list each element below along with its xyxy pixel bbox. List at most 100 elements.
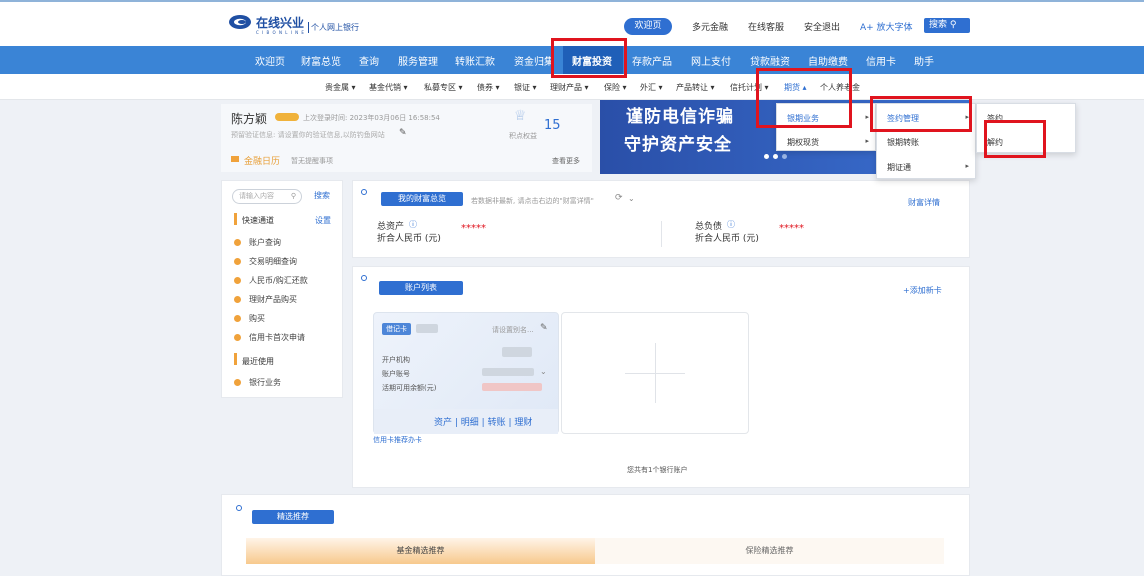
nav-item-12[interactable]: 助手 [914, 53, 934, 68]
nav-item-0[interactable]: 欢迎页 [255, 53, 285, 68]
recent-item[interactable]: 银行业务 [234, 377, 281, 388]
nav-item-8[interactable]: 网上支付 [691, 53, 731, 68]
highlight-box [756, 68, 852, 128]
sidebar-item[interactable]: 交易明细查询 [234, 256, 297, 267]
subnav-item[interactable]: 基金代销 ▾ [369, 82, 408, 93]
nav-item-1[interactable]: 财富总览 [301, 53, 341, 68]
card-tag: 借记卡 [382, 323, 411, 335]
wealth-title: 我的财富总览 [381, 192, 463, 206]
quick-channel-title: 快速通道 [242, 216, 274, 225]
cib-logo-icon [228, 14, 252, 30]
sidebar-item-label: 人民币/购汇还款 [249, 276, 308, 285]
divider [661, 221, 662, 247]
nav-item-10[interactable]: 自助缴费 [808, 53, 848, 68]
welcome-pill[interactable]: 欢迎页 [624, 18, 672, 35]
logo-eng: C I B O N L I N E [256, 30, 305, 35]
sidebar-item[interactable]: 账户查询 [234, 237, 281, 248]
calendar-note: 暂无提醒事项 [291, 157, 333, 165]
view-more-link[interactable]: 查看更多 [552, 156, 580, 166]
account-count: 您共有1个银行账户 [627, 466, 688, 474]
chevron-down-icon[interactable]: ⌄ [540, 367, 547, 376]
wealth-detail-link[interactable]: 财富详情 [908, 197, 940, 208]
nav-item-4[interactable]: 转账汇款 [455, 53, 495, 68]
subnav-item[interactable]: 银证 ▾ [514, 82, 537, 93]
font-size-link[interactable]: A+ 放大字体 [860, 20, 913, 33]
recent-item-label: 银行业务 [249, 378, 281, 387]
menu-item-futures-securities[interactable]: 期证通 [887, 162, 911, 173]
masked-name [416, 324, 438, 333]
refresh-icon[interactable]: ⟳ [615, 193, 623, 203]
menu-item-options-spot[interactable]: 期权现货 [787, 137, 819, 148]
search-icon: ⚲ [290, 192, 296, 200]
online-service-link[interactable]: 在线客服 [748, 20, 784, 33]
quick-sidebar: 请输入内容 ⚲ 搜索 快速通道 设置 账户查询 交易明细查询 人民币/购汇还款 … [221, 180, 343, 398]
sidebar-item-label: 交易明细查询 [249, 257, 297, 266]
wealth-overview-panel: 我的财富总览 若数据非最新, 请点击右边的"财富详情" ⟳ ⌄ 财富详情 总资产… [352, 180, 970, 258]
sidebar-item-label: 理财产品购买 [249, 295, 297, 304]
nav-item-2[interactable]: 查询 [359, 53, 379, 68]
debit-card[interactable]: 借记卡 请设置别名... ✎ 开户机构 账户账号 ⌄ 活期可用余额(元) 资产 … [373, 312, 559, 434]
highlight-box [551, 38, 627, 78]
account-label: 账户账号 [382, 370, 410, 378]
calendar-icon [231, 156, 239, 162]
points-label[interactable]: 积点权益 [509, 131, 537, 141]
total-debts-value: ***** [779, 223, 804, 234]
subnav-item[interactable]: 贵金属 ▾ [325, 82, 356, 93]
banner-line2: 守护资产安全 [624, 135, 732, 155]
action-transfer[interactable]: 转账 [488, 418, 506, 428]
tab-insurance[interactable]: 保险精选推荐 [595, 538, 944, 564]
logout-link[interactable]: 安全退出 [804, 20, 840, 33]
sidebar-item[interactable]: 人民币/购汇还款 [234, 275, 308, 286]
subnav-item[interactable]: 保险 ▾ [604, 82, 627, 93]
action-assets[interactable]: 资产 [434, 418, 452, 428]
crown-icon: ♕ [514, 108, 527, 124]
edit-icon[interactable]: ✎ [540, 323, 548, 333]
sidebar-item[interactable]: 购买 [234, 313, 265, 324]
alias-hint[interactable]: 请设置别名... [492, 325, 534, 335]
bullet-icon [234, 277, 241, 284]
banner-line1: 谨防电信诈骗 [626, 107, 734, 127]
settings-link[interactable]: 设置 [315, 215, 331, 226]
diverse-finance-link[interactable]: 多元金融 [692, 20, 728, 33]
chevron-right-icon: ▸ [965, 162, 969, 170]
sidebar-search-input[interactable]: 请输入内容 ⚲ [232, 189, 302, 204]
verify-info: 预留验证信息: 请设置你的验证信息,以防钓鱼网站 [231, 131, 385, 139]
edit-icon[interactable]: ✎ [399, 128, 407, 138]
tab-fund[interactable]: 基金精选推荐 [246, 538, 595, 564]
menu-item-bank-futures-transfer[interactable]: 银期转账 [887, 137, 919, 148]
action-detail[interactable]: 明细 [461, 418, 479, 428]
sidebar-search-button[interactable]: 搜索 [314, 190, 330, 201]
card-action-bar: 资产 | 明细 | 转账 | 理财 [434, 418, 533, 428]
subnav-item[interactable]: 理财产品 ▾ [550, 82, 589, 93]
subnav-item[interactable]: 产品转让 ▾ [676, 82, 715, 93]
recommend-panel: 精选推荐 基金精选推荐 保险精选推荐 [221, 494, 970, 576]
chevron-right-icon: ▸ [865, 113, 869, 121]
sidebar-item[interactable]: 信用卡首次申请 [234, 332, 305, 343]
section-marker [234, 213, 237, 225]
sidebar-item-label: 账户查询 [249, 238, 281, 247]
total-assets-sub: 折合人民币 (元) [377, 234, 441, 244]
sidebar-item[interactable]: 理财产品购买 [234, 294, 297, 305]
search-button[interactable]: 搜索 ⚲ [924, 18, 970, 33]
credit-card-recommend[interactable]: 信用卡推荐办卡 [373, 435, 422, 445]
subnav-item[interactable]: 外汇 ▾ [640, 82, 663, 93]
sidebar-item-label: 购买 [249, 314, 265, 323]
add-card-placeholder[interactable] [561, 312, 749, 434]
nav-item-9[interactable]: 贷款融资 [750, 53, 790, 68]
nav-item-3[interactable]: 服务管理 [398, 53, 438, 68]
nav-item-5[interactable]: 资金归集 [514, 53, 554, 68]
add-card-link[interactable]: +添加新卡 [903, 285, 942, 296]
info-icon[interactable]: ⓘ [727, 219, 735, 230]
search-label: 搜索 [929, 20, 948, 30]
chevron-right-icon: ▸ [865, 137, 869, 145]
chevron-down-icon[interactable]: ⌄ [628, 194, 635, 203]
subnav-item[interactable]: 债券 ▾ [477, 82, 500, 93]
action-finance[interactable]: 理财 [514, 418, 532, 428]
vip-badge-icon [275, 113, 299, 121]
subnav-item[interactable]: 私募专区 ▾ [424, 82, 463, 93]
nav-item-7[interactable]: 存款产品 [632, 53, 672, 68]
info-icon[interactable]: ⓘ [409, 219, 417, 230]
banner-dots[interactable] [764, 152, 804, 159]
nav-item-11[interactable]: 信用卡 [866, 53, 896, 68]
finance-calendar[interactable]: 金融日历 [244, 154, 280, 167]
